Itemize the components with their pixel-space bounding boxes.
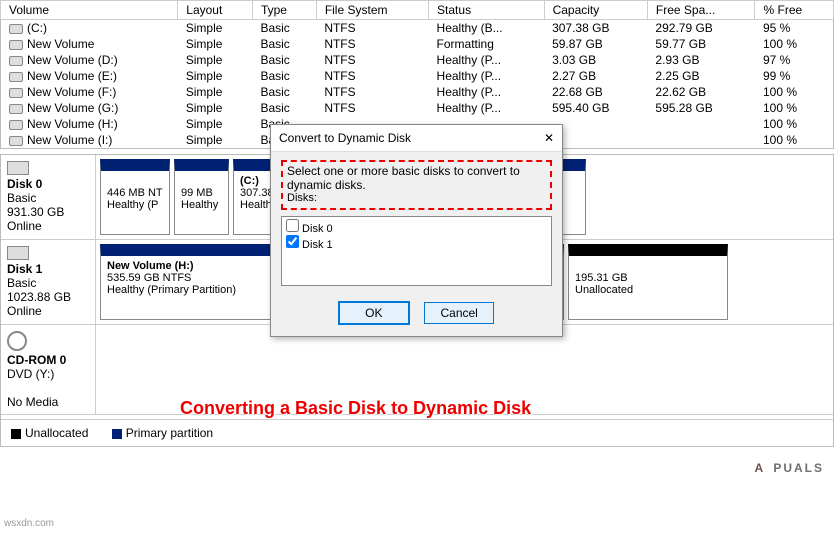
disk-checkbox[interactable] [286, 235, 299, 248]
hdd-icon [7, 161, 29, 175]
disk-option[interactable]: Disk 1 [286, 235, 547, 251]
dialog-instruction: Select one or more basic disks to conver… [281, 160, 552, 210]
close-icon[interactable]: ✕ [544, 131, 554, 145]
column-header[interactable]: Free Spa... [647, 1, 755, 20]
watermark: A PUALS [755, 452, 824, 478]
column-header[interactable]: File System [316, 1, 428, 20]
disk-option[interactable]: Disk 0 [286, 219, 547, 235]
drive-icon [9, 120, 23, 130]
column-header[interactable]: Capacity [544, 1, 647, 20]
column-header[interactable]: Volume [1, 1, 178, 20]
column-header[interactable]: Layout [178, 1, 253, 20]
volume-row[interactable]: New Volume (E:)SimpleBasicNTFSHealthy (P… [1, 68, 834, 84]
column-header[interactable]: Status [429, 1, 545, 20]
cancel-button[interactable]: Cancel [424, 302, 494, 324]
ok-button[interactable]: OK [339, 302, 409, 324]
volume-row[interactable]: New VolumeSimpleBasicNTFSFormatting59.87… [1, 36, 834, 52]
partition[interactable]: 195.31 GBUnallocated [568, 244, 728, 320]
drive-icon [9, 136, 23, 146]
drive-icon [9, 56, 23, 66]
volume-row[interactable]: New Volume (D:)SimpleBasicNTFSHealthy (P… [1, 52, 834, 68]
column-header[interactable]: Type [252, 1, 316, 20]
cd-icon [7, 331, 27, 351]
disk-info-1: Disk 1 Basic 1023.88 GB Online [1, 240, 96, 324]
legend: Unallocated Primary partition [1, 419, 833, 446]
drive-icon [9, 104, 23, 114]
dialog-titlebar[interactable]: Convert to Dynamic Disk ✕ [271, 125, 562, 152]
disk-info-cd: CD-ROM 0 DVD (Y:) No Media [1, 325, 96, 414]
hdd-icon [7, 246, 29, 260]
drive-icon [9, 88, 23, 98]
disk-info-0: Disk 0 Basic 931.30 GB Online [1, 155, 96, 239]
drive-icon [9, 72, 23, 82]
source-tag: wsxdn.com [4, 518, 54, 529]
convert-dialog: Convert to Dynamic Disk ✕ Select one or … [270, 124, 563, 337]
partition[interactable]: 446 MB NTHealthy (P [100, 159, 170, 235]
disk-select-list[interactable]: Disk 0 Disk 1 [281, 216, 552, 286]
partition[interactable]: 99 MBHealthy [174, 159, 229, 235]
drive-icon [9, 24, 23, 34]
annotation-caption: Converting a Basic Disk to Dynamic Disk [180, 398, 531, 419]
volume-row[interactable]: (C:)SimpleBasicNTFSHealthy (B...307.38 G… [1, 20, 834, 37]
disk-checkbox[interactable] [286, 219, 299, 232]
dialog-title-text: Convert to Dynamic Disk [279, 131, 411, 145]
column-header[interactable]: % Free [755, 1, 834, 20]
volume-row[interactable]: New Volume (G:)SimpleBasicNTFSHealthy (P… [1, 100, 834, 116]
drive-icon [9, 40, 23, 50]
volume-row[interactable]: New Volume (F:)SimpleBasicNTFSHealthy (P… [1, 84, 834, 100]
